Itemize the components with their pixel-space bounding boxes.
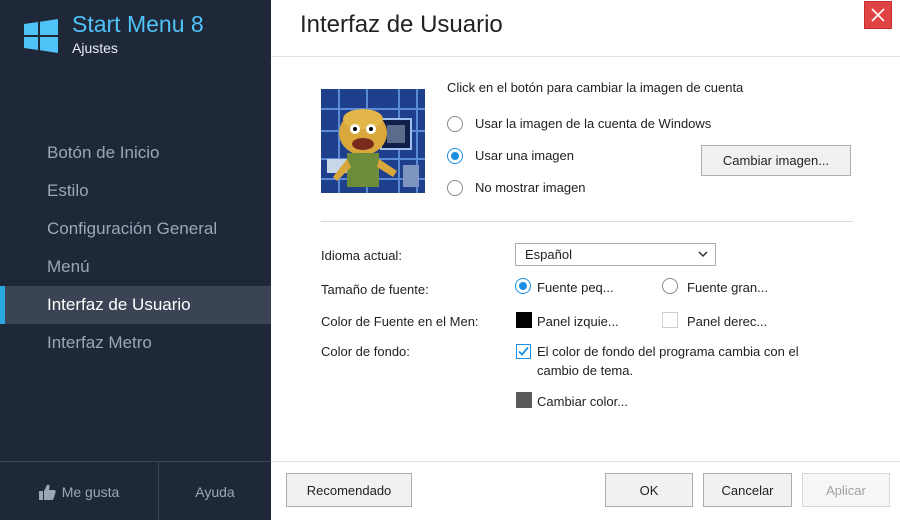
thumbs-up-icon bbox=[38, 484, 56, 500]
sidebar-nav: Botón de Inicio Estilo Configuración Gen… bbox=[0, 134, 271, 362]
like-label: Me gusta bbox=[61, 483, 120, 500]
change-color-link[interactable]: Cambiar color... bbox=[537, 394, 628, 409]
sidebar-item-interfaz-metro[interactable]: Interfaz Metro bbox=[0, 324, 271, 362]
close-button[interactable] bbox=[864, 1, 892, 29]
radio-font-small-label[interactable]: Fuente peq... bbox=[537, 280, 614, 295]
radio-font-small[interactable] bbox=[515, 278, 531, 294]
sidebar-item-configuracion-general[interactable]: Configuración General bbox=[0, 210, 271, 248]
windows-logo-icon bbox=[24, 19, 58, 53]
ok-button[interactable]: OK bbox=[605, 473, 693, 507]
language-label: Idioma actual: bbox=[321, 248, 402, 263]
font-size-label: Tamaño de fuente: bbox=[321, 282, 429, 297]
bg-color-theme-text-line2[interactable]: cambio de tema. bbox=[537, 363, 633, 378]
language-select[interactable]: Español bbox=[515, 243, 716, 266]
sidebar: Start Menu 8 Ajustes Botón de Inicio Est… bbox=[0, 0, 271, 520]
app-title: Start Menu 8 bbox=[72, 11, 204, 37]
apply-button[interactable]: Aplicar bbox=[802, 473, 890, 507]
bg-color-theme-checkbox[interactable] bbox=[516, 344, 531, 359]
radio-no-image-label[interactable]: No mostrar imagen bbox=[475, 180, 586, 195]
footer-divider bbox=[271, 461, 900, 462]
section-divider bbox=[321, 221, 853, 222]
radio-use-image[interactable] bbox=[447, 148, 463, 164]
language-select-value: Español bbox=[525, 247, 572, 262]
radio-font-large-label[interactable]: Fuente gran... bbox=[687, 280, 768, 295]
change-image-button[interactable]: Cambiar imagen... bbox=[701, 145, 851, 176]
font-color-label: Color de Fuente en el Men: bbox=[321, 314, 479, 329]
right-panel-color-label[interactable]: Panel derec... bbox=[687, 314, 767, 329]
radio-windows-account-image-label[interactable]: Usar la imagen de la cuenta de Windows bbox=[475, 116, 711, 131]
chevron-down-icon bbox=[698, 251, 708, 258]
sidebar-item-menu[interactable]: Menú bbox=[0, 248, 271, 286]
radio-windows-account-image[interactable] bbox=[447, 116, 463, 132]
sidebar-item-interfaz-de-usuario[interactable]: Interfaz de Usuario bbox=[0, 286, 271, 324]
left-panel-color-label[interactable]: Panel izquie... bbox=[537, 314, 619, 329]
checkmark-icon bbox=[518, 346, 529, 356]
radio-font-large[interactable] bbox=[662, 278, 678, 294]
main-panel: Interfaz de Usuario Click en el botón pa… bbox=[271, 0, 900, 520]
sidebar-item-estilo[interactable]: Estilo bbox=[0, 172, 271, 210]
right-panel-color-swatch[interactable] bbox=[662, 312, 678, 328]
left-panel-color-swatch[interactable] bbox=[516, 312, 532, 328]
bg-color-swatch[interactable] bbox=[516, 392, 532, 408]
sidebar-footer: Me gusta Ayuda bbox=[0, 461, 271, 520]
bg-color-label: Color de fondo: bbox=[321, 344, 410, 359]
account-image bbox=[321, 89, 425, 193]
bg-color-theme-text-line1[interactable]: El color de fondo del programa cambia co… bbox=[537, 344, 799, 359]
cancel-button[interactable]: Cancelar bbox=[703, 473, 792, 507]
help-button[interactable]: Ayuda bbox=[159, 462, 271, 520]
recommended-button[interactable]: Recomendado bbox=[286, 473, 412, 507]
radio-no-image[interactable] bbox=[447, 180, 463, 196]
like-button[interactable]: Me gusta bbox=[0, 462, 158, 520]
page-title: Interfaz de Usuario bbox=[300, 11, 503, 38]
sidebar-item-boton-de-inicio[interactable]: Botón de Inicio bbox=[0, 134, 271, 172]
header-divider bbox=[271, 56, 900, 57]
radio-use-image-label[interactable]: Usar una imagen bbox=[475, 148, 574, 163]
app-subtitle: Ajustes bbox=[72, 40, 118, 56]
account-image-instruction: Click en el botón para cambiar la imagen… bbox=[447, 80, 744, 95]
close-icon bbox=[871, 8, 885, 22]
